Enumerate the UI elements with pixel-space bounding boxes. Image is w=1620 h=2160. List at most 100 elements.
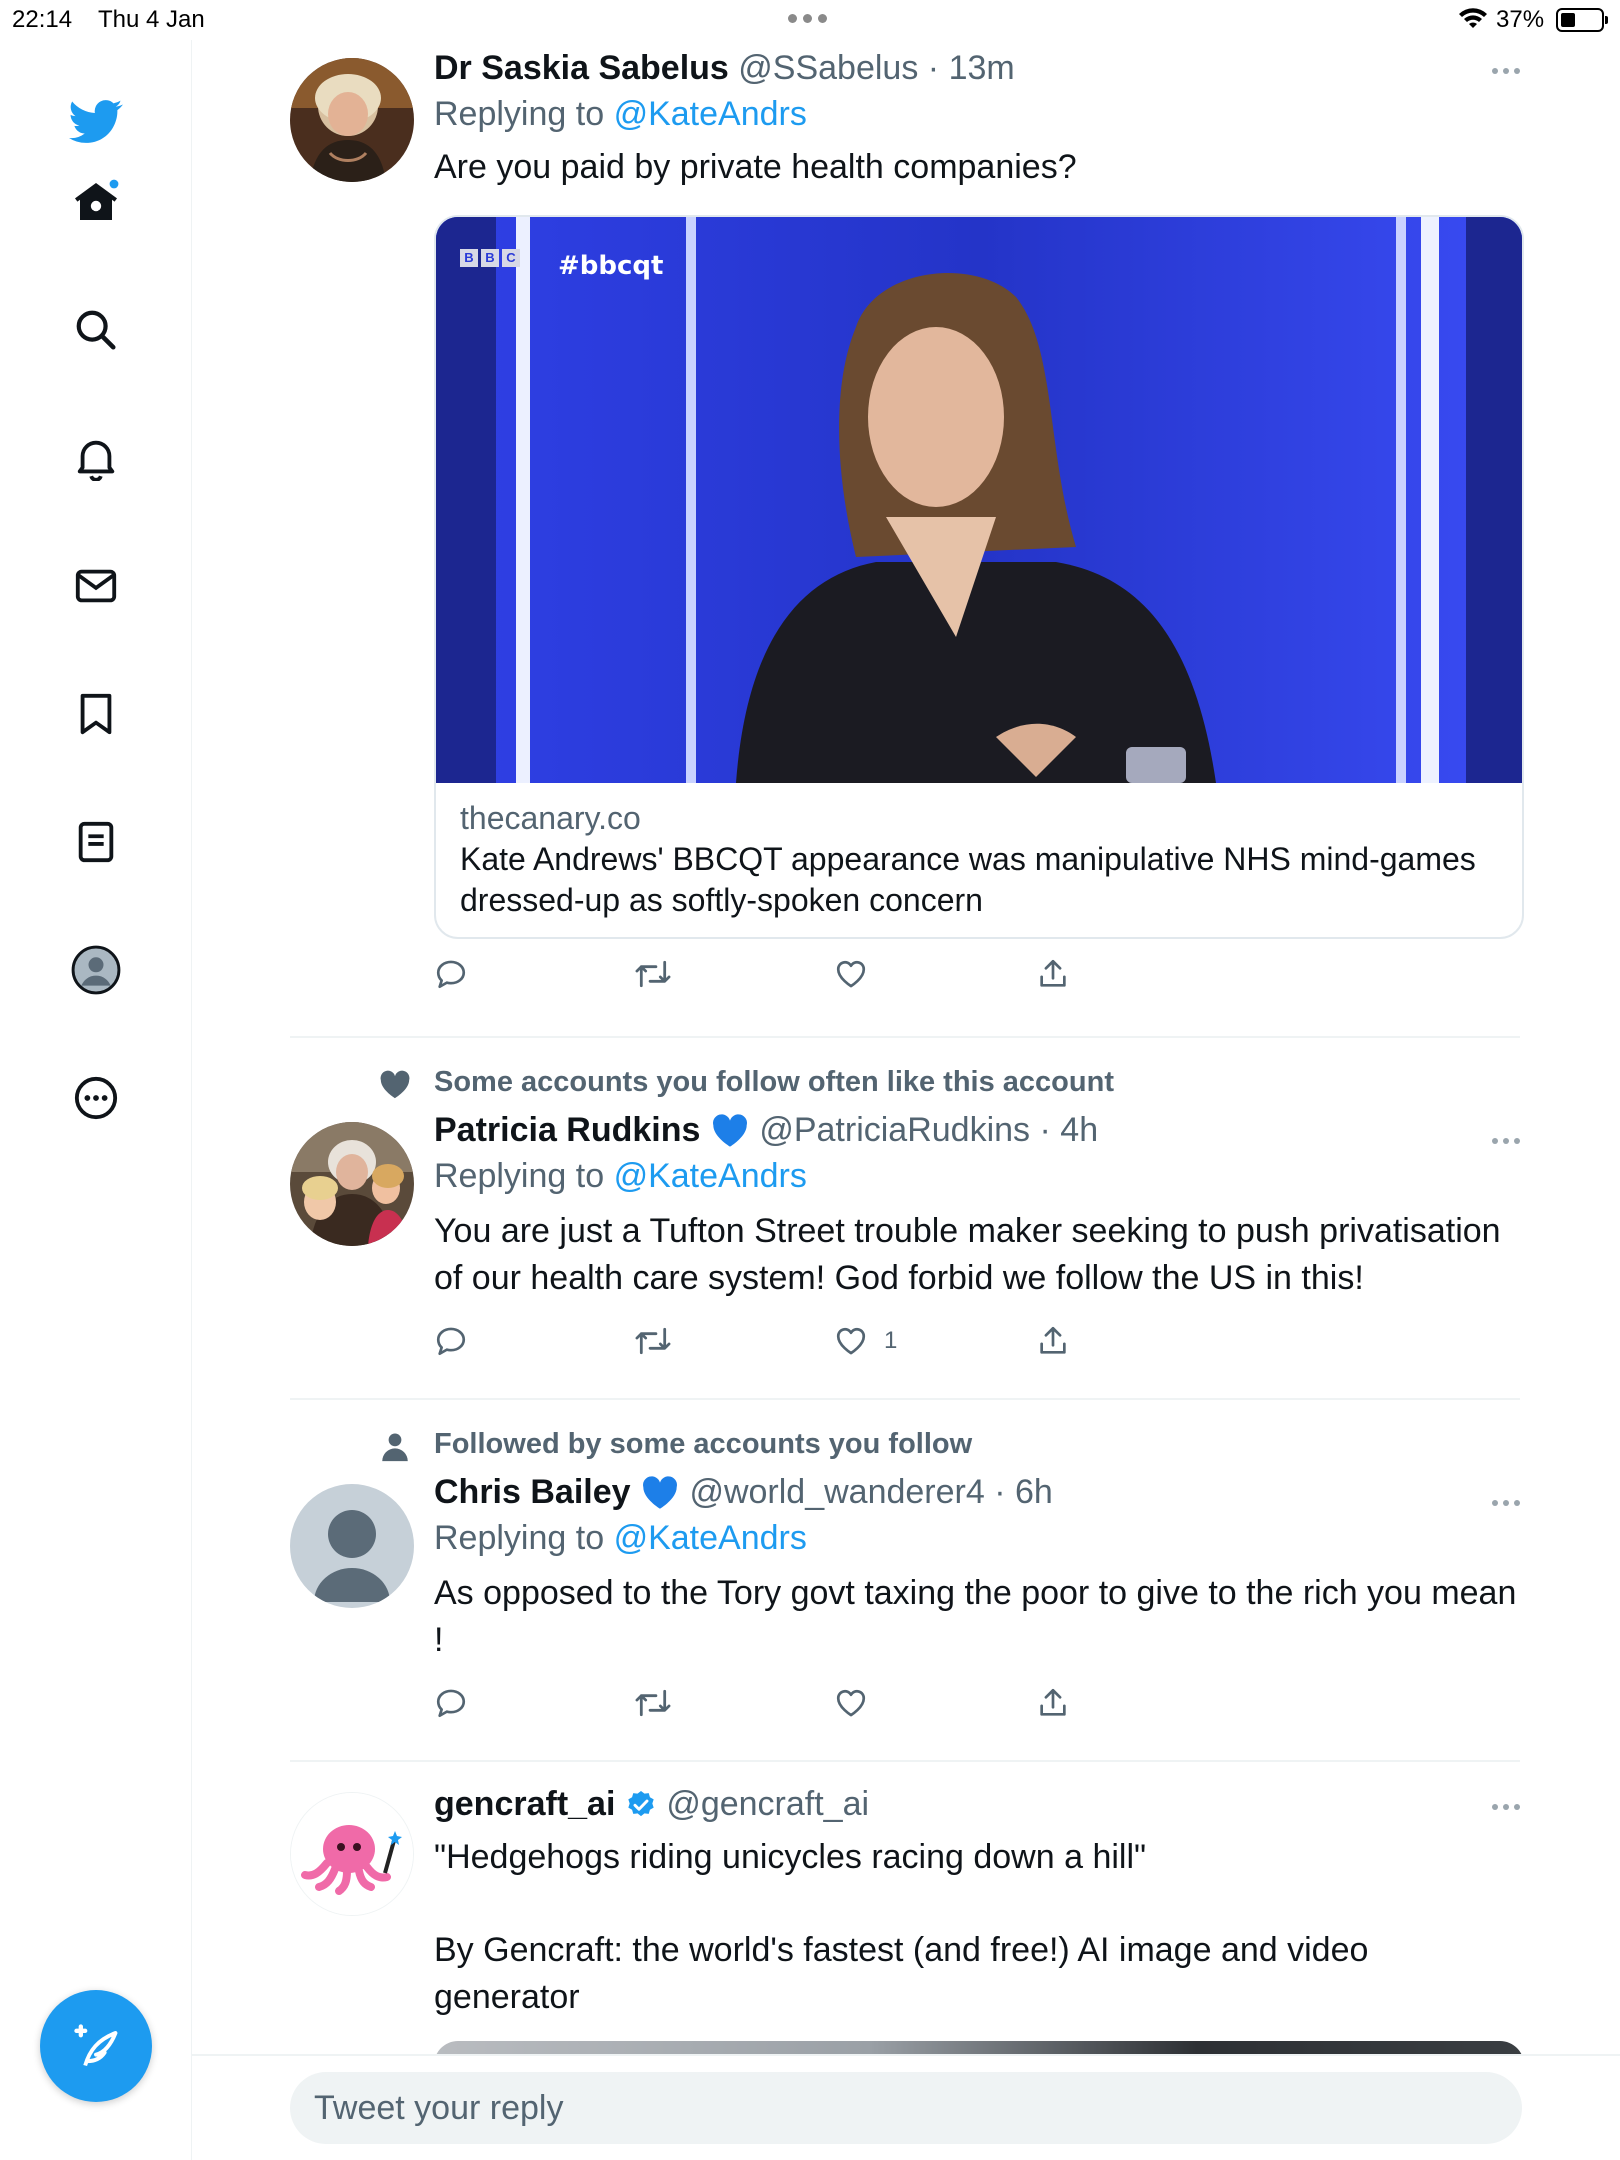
notifications-bell-icon[interactable]: [64, 426, 128, 490]
card-meta: thecanary.co Kate Andrews' BBCQT appeara…: [436, 783, 1522, 937]
tweet-header: Patricia Rudkins @PatriciaRudkins · 4h: [434, 1108, 1520, 1152]
compose-tweet-icon: [74, 2024, 118, 2067]
separator-dot: ·: [927, 49, 940, 87]
author-handle[interactable]: @world_wanderer4: [689, 1473, 984, 1511]
media-hashtag: #bbcqt: [558, 251, 664, 281]
author-name[interactable]: Chris Bailey: [434, 1473, 631, 1511]
retweet-icon: [635, 1327, 671, 1355]
share-icon: [1040, 959, 1066, 987]
avatar[interactable]: [290, 1122, 414, 1246]
tweet-actions: 1: [434, 1324, 1520, 1372]
replying-label: Replying to: [434, 95, 605, 133]
messages-envelope-icon[interactable]: [64, 554, 128, 618]
author-name[interactable]: gencraft_ai: [434, 1785, 615, 1823]
battery-icon: [1556, 8, 1608, 32]
divider: [290, 1760, 1520, 1762]
share-button[interactable]: [1036, 1686, 1070, 1720]
author-handle[interactable]: @SSabelus: [738, 49, 918, 87]
tweet-time[interactable]: 4h: [1060, 1111, 1098, 1149]
retweet-button[interactable]: [634, 1324, 672, 1358]
retweet-button[interactable]: [634, 1686, 672, 1720]
more-options-icon[interactable]: [1492, 1500, 1520, 1506]
verified-badge-icon: [628, 1791, 654, 1817]
share-icon: [1040, 1688, 1066, 1716]
replying-to: Replying to @KateAndrs: [434, 90, 1520, 138]
avatar[interactable]: [290, 58, 414, 182]
share-button[interactable]: [1036, 1324, 1070, 1358]
reply-button[interactable]: [434, 957, 468, 991]
tweet-text: Are you paid by private health companies…: [434, 148, 1077, 186]
card-title: Kate Andrews' BBCQT appearance was manip…: [460, 841, 1476, 918]
status-time: 22:14: [12, 6, 73, 33]
reply-button[interactable]: [434, 1324, 468, 1358]
twitter-logo-icon[interactable]: [64, 90, 128, 154]
lists-icon[interactable]: [64, 810, 128, 874]
replying-to: Replying to @KateAndrs: [434, 1514, 1520, 1562]
tweet-time[interactable]: 13m: [949, 49, 1015, 87]
author-handle[interactable]: @gencraft_ai: [666, 1785, 869, 1823]
retweet-icon: [635, 1689, 671, 1717]
card-image: B B C #bbcqt: [436, 217, 1522, 783]
replying-handle-link[interactable]: @KateAndrs: [614, 1519, 807, 1557]
multitasking-dots-icon[interactable]: [788, 14, 827, 23]
social-context-text: Some accounts you follow often like this…: [434, 1066, 1114, 1098]
tweet-actions: [434, 1686, 1520, 1734]
replying-handle-link[interactable]: @KateAndrs: [614, 1157, 807, 1195]
share-icon: [1040, 1326, 1066, 1354]
separator-dot: ·: [1039, 1111, 1051, 1149]
bbc-logo: B B C: [460, 249, 520, 267]
tweet-header: Chris Bailey @world_wanderer4 · 6h: [434, 1470, 1520, 1514]
heart-icon: [836, 960, 866, 988]
person-icon: [382, 1433, 408, 1462]
blue-heart-icon: [642, 1476, 677, 1509]
author-name[interactable]: Dr Saskia Sabelus: [434, 49, 729, 87]
more-options-icon[interactable]: [1492, 1804, 1520, 1810]
tweet-text: "Hedgehogs riding unicycles racing down …: [434, 1838, 1147, 1876]
reply-icon: [436, 1689, 466, 1718]
battery-percent: 37%: [1496, 6, 1545, 33]
reply-input[interactable]: [290, 2072, 1522, 2144]
social-context-text: Followed by some accounts you follow: [434, 1428, 973, 1460]
more-circle-icon[interactable]: [64, 1066, 128, 1130]
reply-icon: [436, 1327, 466, 1356]
like-count: 1: [884, 1327, 898, 1354]
retweet-icon: [635, 960, 671, 988]
tweet-header: gencraft_ai @gencraft_ai: [434, 1782, 1520, 1826]
reply-button[interactable]: [434, 1686, 468, 1720]
bookmark-icon[interactable]: [64, 682, 128, 746]
replying-label: Replying to: [434, 1157, 605, 1195]
search-icon[interactable]: [64, 298, 128, 362]
replying-handle-link[interactable]: @KateAndrs: [614, 95, 807, 133]
profile-icon[interactable]: [64, 938, 128, 1002]
like-button[interactable]: [834, 957, 884, 991]
retweet-button[interactable]: [634, 957, 672, 991]
like-button[interactable]: 1: [834, 1324, 897, 1358]
card-domain: thecanary.co: [460, 800, 641, 836]
separator-dot: ·: [994, 1473, 1006, 1511]
author-name[interactable]: Patricia Rudkins: [434, 1111, 700, 1149]
more-options-icon[interactable]: [1492, 68, 1520, 74]
status-date: Thu 4 Jan: [98, 6, 205, 33]
sidebar: [0, 40, 192, 2160]
compose-tweet-button[interactable]: [40, 1990, 152, 2102]
tweet-time[interactable]: 6h: [1015, 1473, 1053, 1511]
tweet-text-secondary: By Gencraft: the world's fastest (and fr…: [434, 1931, 1369, 2016]
reply-icon: [436, 960, 466, 989]
social-context: Followed by some accounts you follow: [382, 1428, 1520, 1464]
divider: [290, 1036, 1520, 1038]
more-options-icon[interactable]: [1492, 1138, 1520, 1144]
heart-icon: [836, 1689, 866, 1717]
replying-to: Replying to @KateAndrs: [434, 1152, 1520, 1200]
tweet-text: As opposed to the Tory govt taxing the p…: [434, 1574, 1517, 1659]
tweet-text: You are just a Tufton Street trouble mak…: [434, 1212, 1501, 1297]
tweet-actions: [434, 957, 1520, 1005]
link-card[interactable]: B B C #bbcqt thecanary.co Kate Andrews' …: [434, 215, 1524, 939]
avatar[interactable]: [290, 1484, 414, 1608]
replying-label: Replying to: [434, 1519, 605, 1557]
like-button[interactable]: [834, 1686, 884, 1720]
avatar[interactable]: [290, 1792, 414, 1916]
home-icon[interactable]: [64, 170, 128, 234]
share-button[interactable]: [1036, 957, 1070, 991]
reply-composer-bar: [192, 2054, 1620, 2160]
author-handle[interactable]: @PatriciaRudkins: [759, 1111, 1030, 1149]
